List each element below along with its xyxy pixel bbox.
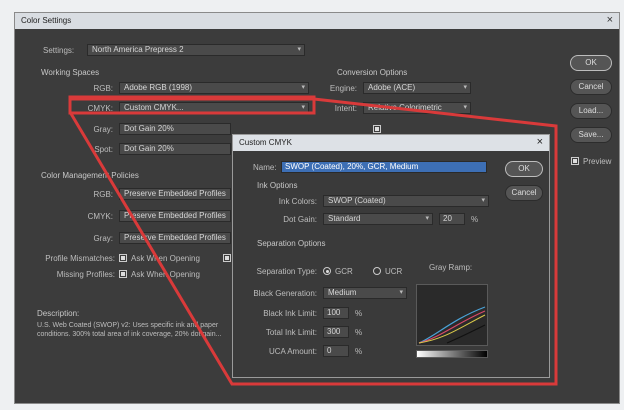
dot-gain-value: Standard: [328, 214, 361, 223]
custom-cmyk-title-bar: Custom CMYK ×: [233, 135, 549, 151]
uca-pct-sign: %: [355, 347, 363, 356]
black-generation-value: Medium: [328, 288, 357, 297]
custom-ok-button[interactable]: OK: [505, 161, 543, 177]
ink-colors-value: SWOP (Coated): [328, 196, 386, 205]
chevron-down-icon: ▾: [425, 215, 429, 222]
dot-gain-pct-sign: %: [471, 215, 479, 224]
separation-options-header: Separation Options: [257, 239, 326, 248]
uca-amount-input[interactable]: 0: [323, 345, 349, 357]
total-ink-pct-sign: %: [355, 328, 363, 337]
name-label: Name:: [253, 163, 277, 172]
cyan-curve: [418, 306, 486, 344]
dot-gain-dropdown[interactable]: Standard ▾: [323, 213, 433, 225]
yellow-curve: [418, 314, 486, 344]
dot-gain-percent-input[interactable]: 20: [439, 213, 465, 225]
uca-amount-label: UCA Amount:: [268, 347, 317, 356]
black-ink-limit-input[interactable]: 100: [323, 307, 349, 319]
gcr-label: GCR: [335, 267, 353, 276]
ink-colors-dropdown[interactable]: SWOP (Coated) ▾: [323, 195, 489, 207]
black-generation-label: Black Generation:: [253, 289, 317, 298]
black-ink-pct-sign: %: [355, 309, 363, 318]
gray-ramp-label: Gray Ramp:: [429, 263, 473, 272]
gray-ramp-graph: [416, 284, 488, 346]
close-icon[interactable]: ×: [537, 136, 543, 148]
ucr-label: UCR: [385, 267, 403, 276]
black-generation-dropdown[interactable]: Medium ▾: [323, 287, 407, 299]
name-input[interactable]: SWOP (Coated), 20%, GCR, Medium: [281, 161, 487, 173]
custom-cancel-button[interactable]: Cancel: [505, 185, 543, 201]
dot-gain-label: Dot Gain:: [283, 215, 317, 224]
ucr-radio[interactable]: [373, 267, 381, 275]
black-ink-limit-label: Black Ink Limit:: [263, 309, 317, 318]
custom-cmyk-title: Custom CMYK: [239, 138, 292, 147]
gcr-radio[interactable]: [323, 267, 331, 275]
ink-colors-label: Ink Colors:: [278, 197, 317, 206]
total-ink-limit-input[interactable]: 300: [323, 326, 349, 338]
custom-cmyk-dialog: Custom CMYK × Name: SWOP (Coated), 20%, …: [232, 134, 550, 378]
total-ink-limit-label: Total Ink Limit:: [265, 328, 317, 337]
chevron-down-icon: ▾: [399, 289, 403, 296]
gray-ramp-curves: [418, 306, 486, 344]
chevron-down-icon: ▾: [481, 197, 485, 204]
gray-ramp-gradient: [416, 350, 488, 358]
separation-type-label: Separation Type:: [256, 267, 317, 276]
ink-options-header: Ink Options: [257, 181, 298, 190]
